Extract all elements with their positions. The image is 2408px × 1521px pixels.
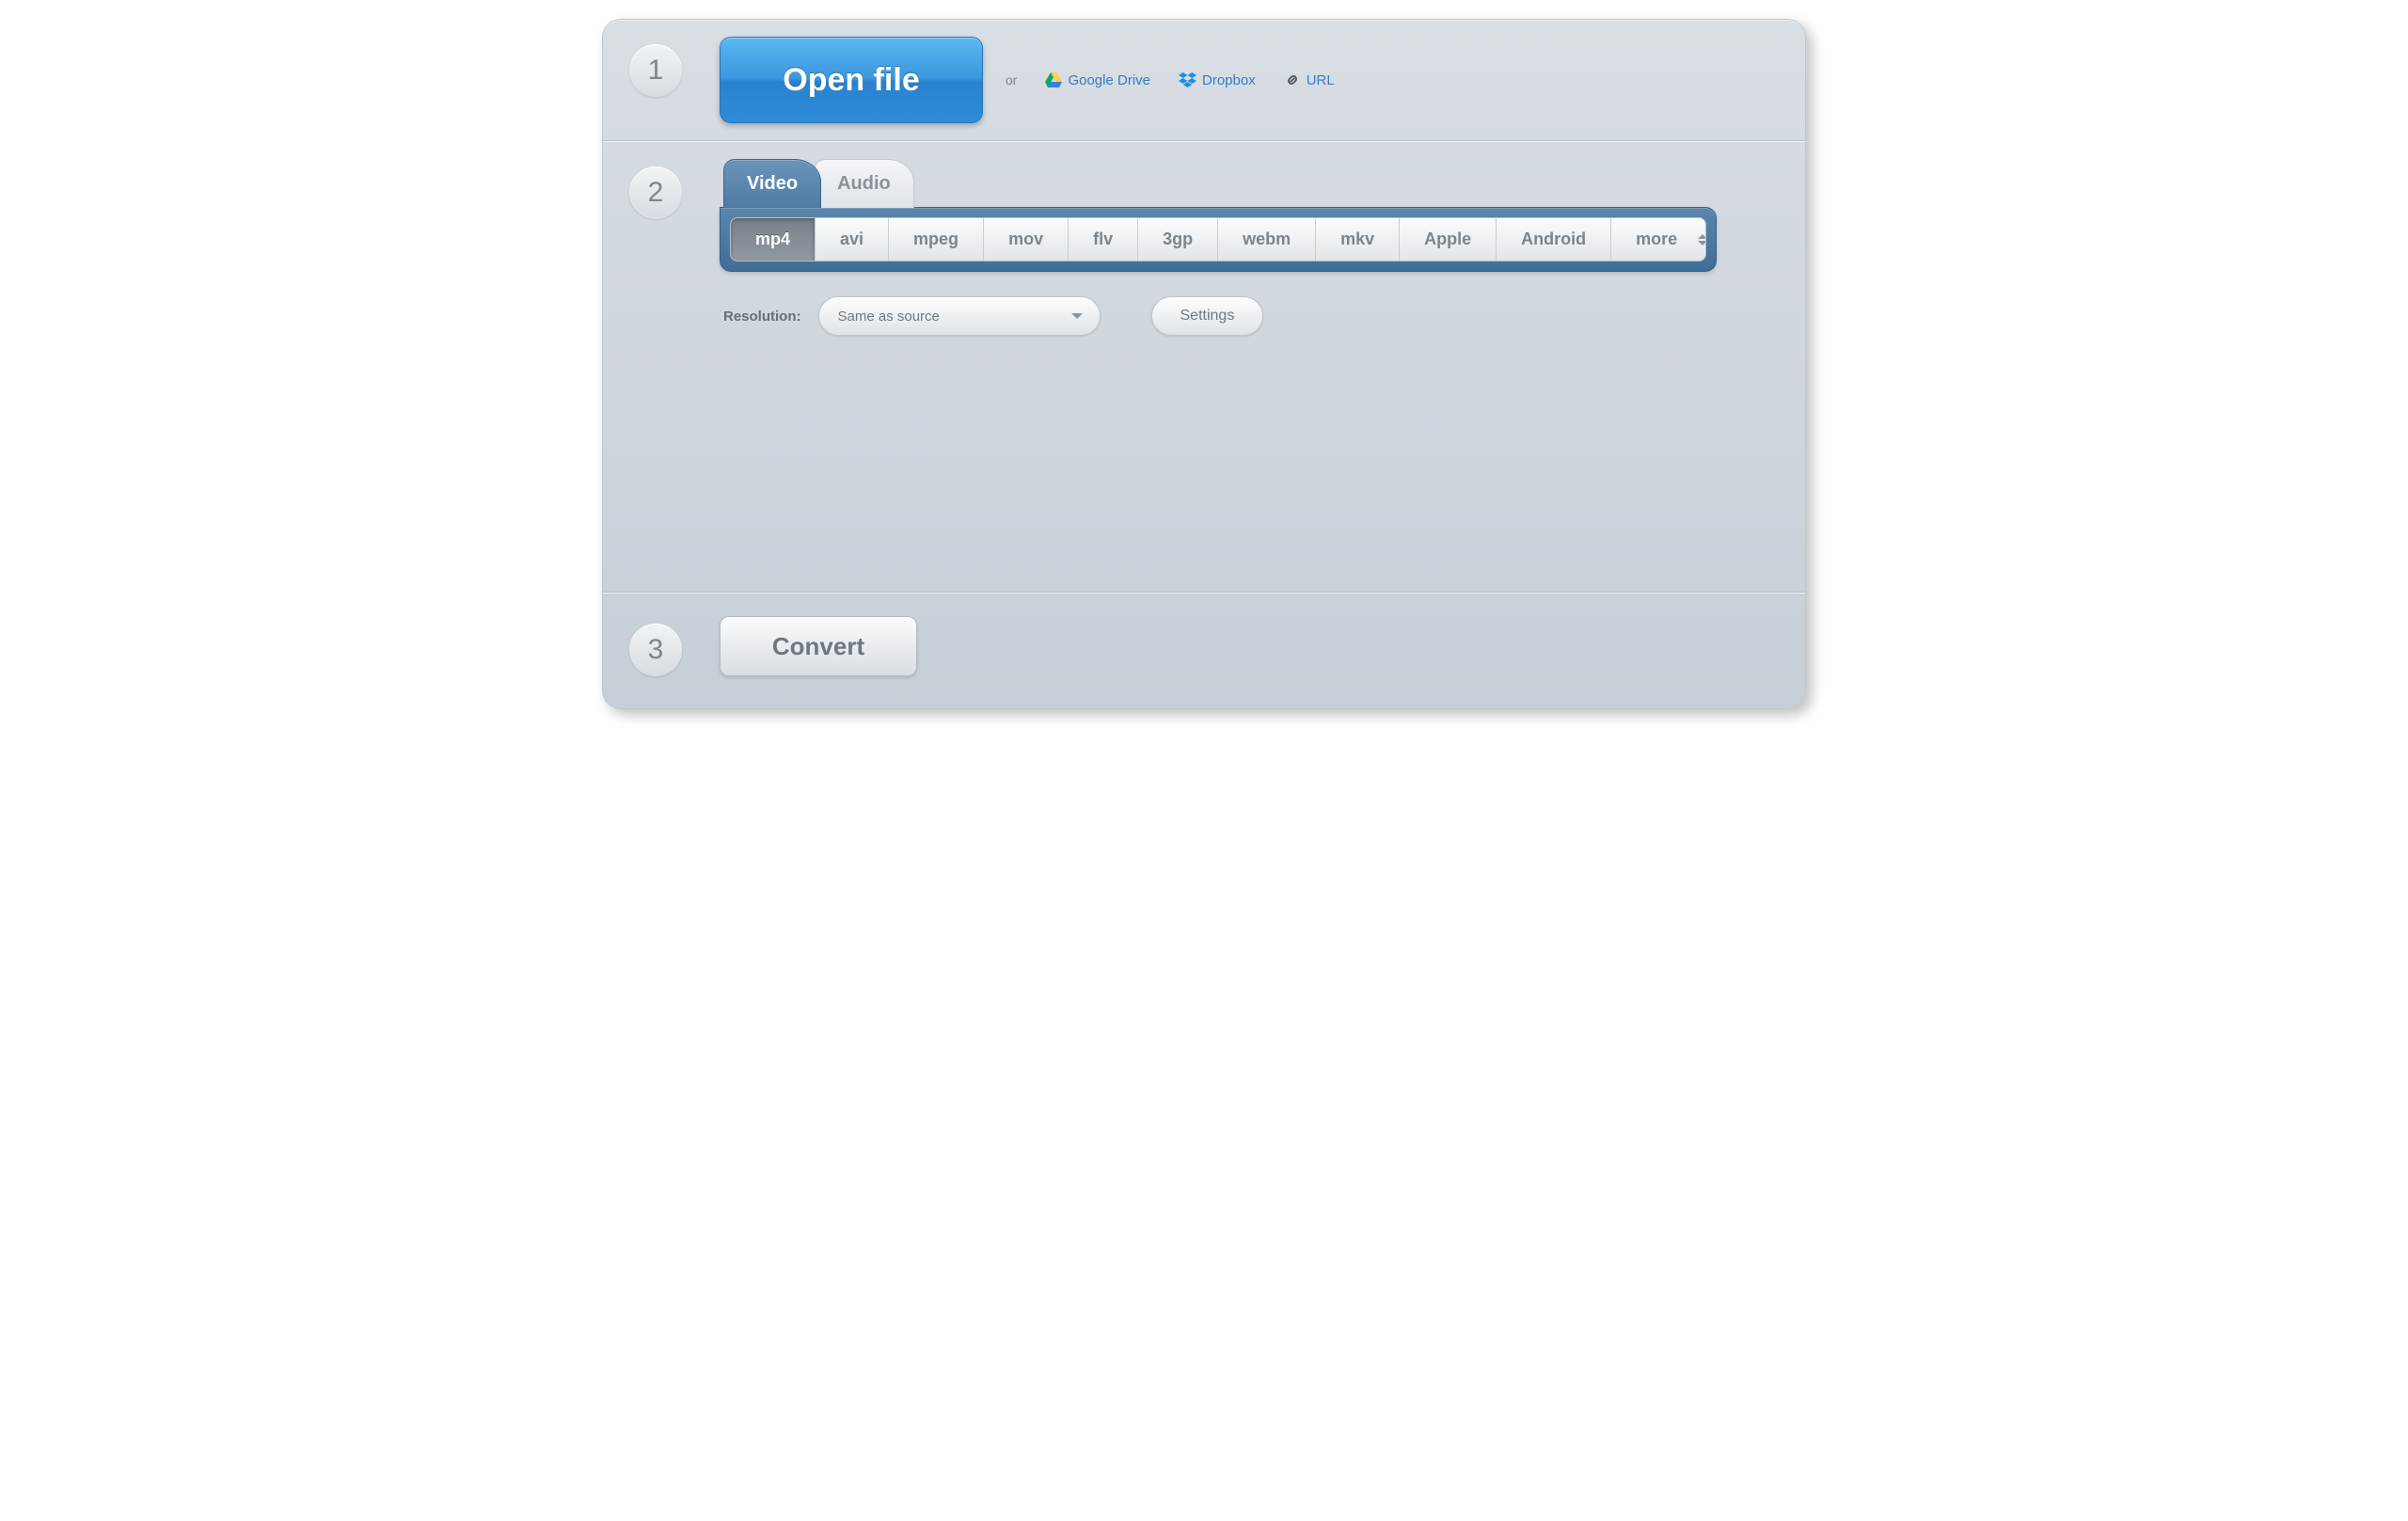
google-drive-label: Google Drive <box>1068 72 1150 88</box>
updown-icon <box>1698 234 1706 246</box>
format-3gp[interactable]: 3gp <box>1138 218 1218 261</box>
formats-bar: mp4 avi mpeg mov flv 3gp webm mkv Apple … <box>720 207 1717 272</box>
format-mov[interactable]: mov <box>984 218 1069 261</box>
open-file-button[interactable]: Open file <box>720 37 983 123</box>
link-icon <box>1284 71 1301 88</box>
dropbox-link[interactable]: Dropbox <box>1179 72 1256 88</box>
mode-tabs: Video Audio <box>720 159 1717 208</box>
format-webm[interactable]: webm <box>1218 218 1316 261</box>
format-mp4[interactable]: mp4 <box>731 218 816 261</box>
dropbox-label: Dropbox <box>1202 72 1256 88</box>
step-3: 3 Convert <box>603 593 1805 708</box>
url-link[interactable]: URL <box>1284 71 1335 88</box>
settings-button[interactable]: Settings <box>1151 296 1264 336</box>
format-more[interactable]: more <box>1611 218 1706 261</box>
tab-video[interactable]: Video <box>723 159 821 208</box>
format-apple[interactable]: Apple <box>1400 218 1497 261</box>
format-more-label: more <box>1636 230 1677 249</box>
resolution-label: Resolution: <box>723 309 801 325</box>
format-android[interactable]: Android <box>1497 218 1611 261</box>
dropbox-icon <box>1179 72 1196 88</box>
format-avi[interactable]: avi <box>816 218 889 261</box>
step-number-1: 1 <box>629 44 682 97</box>
tab-audio[interactable]: Audio <box>814 159 914 208</box>
url-label: URL <box>1307 72 1335 88</box>
or-label: or <box>1006 72 1017 87</box>
converter-panel: 1 Open file or Google Drive Dropbox <box>602 19 1806 709</box>
step-1: 1 Open file or Google Drive Dropbox <box>603 20 1805 141</box>
convert-button[interactable]: Convert <box>720 616 917 676</box>
resolution-value: Same as source <box>838 309 940 325</box>
step-number-3: 3 <box>629 624 682 676</box>
format-mpeg[interactable]: mpeg <box>889 218 984 261</box>
step-2: 2 Video Audio mp4 avi mpeg mov flv 3gp w… <box>603 141 1805 593</box>
format-mkv[interactable]: mkv <box>1316 218 1400 261</box>
step-number-2: 2 <box>629 166 682 219</box>
google-drive-link[interactable]: Google Drive <box>1045 72 1150 88</box>
google-drive-icon <box>1045 72 1062 87</box>
format-flv[interactable]: flv <box>1069 218 1138 261</box>
chevron-down-icon <box>1071 313 1083 319</box>
resolution-dropdown[interactable]: Same as source <box>818 296 1101 336</box>
